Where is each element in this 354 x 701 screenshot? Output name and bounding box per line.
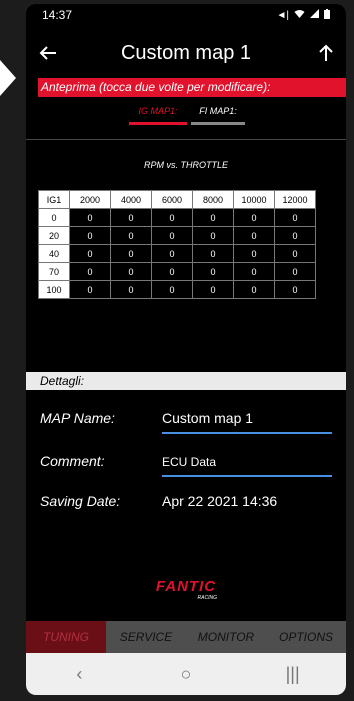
table-header-row: IG1 2000 4000 6000 8000 10000 12000 [38, 190, 316, 209]
table-cell[interactable]: 0 [274, 208, 316, 227]
vibrate-icon: ◄| [276, 9, 290, 21]
table-cell[interactable]: 0 [192, 208, 234, 227]
status-time: 14:37 [42, 8, 73, 22]
page-title: Custom map 1 [120, 42, 252, 64]
table-cell[interactable]: 0 [192, 226, 234, 245]
nav-options[interactable]: OPTIONS [266, 621, 346, 653]
table-cell[interactable]: 0 [110, 244, 152, 263]
table-header-cell: 2000 [69, 190, 111, 209]
table-cell[interactable]: 0 [151, 244, 193, 263]
saving-date-value: Apr 22 2021 14:36 [162, 493, 278, 509]
table-cell[interactable]: 0 [233, 208, 275, 227]
map-name-underline [162, 432, 332, 434]
tab-indicator [191, 122, 245, 125]
saving-date-label: Saving Date: [40, 493, 121, 509]
phone-screen: 14:37 ◄| Custom map 1 Anteprima (tocca d… [26, 4, 346, 695]
map-name-input[interactable]: Custom map 1 [162, 410, 253, 426]
status-icons: ◄| [276, 8, 330, 22]
table-cell[interactable]: 0 [233, 280, 275, 299]
table-cell[interactable]: 0 [274, 280, 316, 299]
bottom-nav: TUNING SERVICE MONITOR OPTIONS [26, 621, 346, 653]
table-header-cell: 6000 [151, 190, 193, 209]
row-header-cell: 0 [38, 208, 70, 227]
table-header-cell: 4000 [110, 190, 152, 209]
table-cell[interactable]: 0 [69, 280, 111, 299]
table-cell[interactable]: 0 [233, 244, 275, 263]
table-cell[interactable]: 0 [69, 262, 111, 281]
comment-row: Comment: ECU Data [40, 447, 340, 481]
table-cell[interactable]: 0 [192, 280, 234, 299]
tab-label: IG MAP1: [138, 106, 178, 116]
table-cell[interactable]: 0 [274, 226, 316, 245]
table-cell[interactable]: 0 [192, 244, 234, 263]
table-row: 100 0 0 0 0 0 0 [38, 280, 316, 299]
table-cell[interactable]: 0 [233, 262, 275, 281]
table-cell[interactable]: 0 [110, 262, 152, 281]
table-header-cell: 12000 [274, 190, 316, 209]
fantic-logo: FANTIC RACING [141, 577, 231, 601]
comment-label: Comment: [40, 453, 105, 469]
system-home-icon[interactable]: ○ [166, 664, 206, 685]
table-cell[interactable]: 0 [151, 280, 193, 299]
table-header-cell: 10000 [233, 190, 275, 209]
saving-date-row: Saving Date: Apr 22 2021 14:36 [40, 487, 340, 521]
table-row: 20 0 0 0 0 0 0 [38, 226, 316, 245]
table-cell[interactable]: 0 [274, 244, 316, 263]
comment-underline [162, 475, 332, 477]
table-row: 40 0 0 0 0 0 0 [38, 244, 316, 263]
table-header-cell: 8000 [192, 190, 234, 209]
nav-monitor[interactable]: MONITOR [186, 621, 266, 653]
table-row: 0 0 0 0 0 0 0 [38, 208, 316, 227]
map-table[interactable]: IG1 2000 4000 6000 8000 10000 12000 0 0 … [38, 190, 316, 299]
system-back-icon[interactable]: ‹ [59, 664, 99, 685]
table-cell[interactable]: 0 [110, 208, 152, 227]
table-cell[interactable]: 0 [110, 226, 152, 245]
table-cell[interactable]: 0 [69, 226, 111, 245]
preview-banner: Anteprima (tocca due volte per modificar… [38, 78, 346, 97]
table-cell[interactable]: 0 [69, 208, 111, 227]
wifi-icon [294, 9, 305, 21]
table-row: 70 0 0 0 0 0 0 [38, 262, 316, 281]
table-cell[interactable]: 0 [233, 226, 275, 245]
tab-label: FI MAP1: [199, 106, 237, 116]
table-cell[interactable]: 0 [151, 262, 193, 281]
battery-icon [324, 8, 330, 22]
map-name-row: MAP Name: Custom map 1 [40, 404, 340, 438]
row-header-cell: 70 [38, 262, 70, 281]
status-bar: 14:37 ◄| [26, 4, 346, 26]
table-cell[interactable]: 0 [151, 226, 193, 245]
tab-indicator [129, 122, 187, 125]
map-name-label: MAP Name: [40, 410, 115, 426]
table-cell[interactable]: 0 [274, 262, 316, 281]
table-cell[interactable]: 0 [151, 208, 193, 227]
chart-title: RPM vs. THROTTLE [143, 160, 228, 170]
comment-input[interactable]: ECU Data [162, 455, 216, 469]
signal-icon [310, 9, 319, 21]
nav-service[interactable]: SERVICE [106, 621, 186, 653]
row-header-cell: 100 [38, 280, 70, 299]
app-bar: Custom map 1 [26, 30, 346, 76]
map-preview-panel[interactable]: RPM vs. THROTTLE IG1 2000 4000 6000 8000… [26, 139, 346, 374]
divider [26, 139, 346, 140]
system-nav-bar: ‹ ○ ||| [26, 653, 346, 695]
table-cell[interactable]: 0 [110, 280, 152, 299]
system-recents-icon[interactable]: ||| [273, 664, 313, 685]
row-header-cell: 20 [38, 226, 70, 245]
table-cell[interactable]: 0 [192, 262, 234, 281]
logo-subtext: RACING [198, 595, 218, 601]
table-cell[interactable]: 0 [69, 244, 111, 263]
map-tabs: IG MAP1: FI MAP1: [26, 102, 346, 132]
left-pointer-arrow [0, 60, 16, 96]
table-header-cell: IG1 [38, 190, 70, 209]
arrow-up-icon[interactable] [312, 39, 340, 67]
nav-tuning[interactable]: TUNING [26, 621, 106, 653]
row-header-cell: 40 [38, 244, 70, 263]
details-section-title: Dettagli: [26, 372, 346, 390]
logo-text: FANTIC [156, 578, 216, 595]
tab-ig-map1[interactable]: IG MAP1: [129, 102, 187, 125]
tab-fi-map1[interactable]: FI MAP1: [191, 102, 245, 125]
